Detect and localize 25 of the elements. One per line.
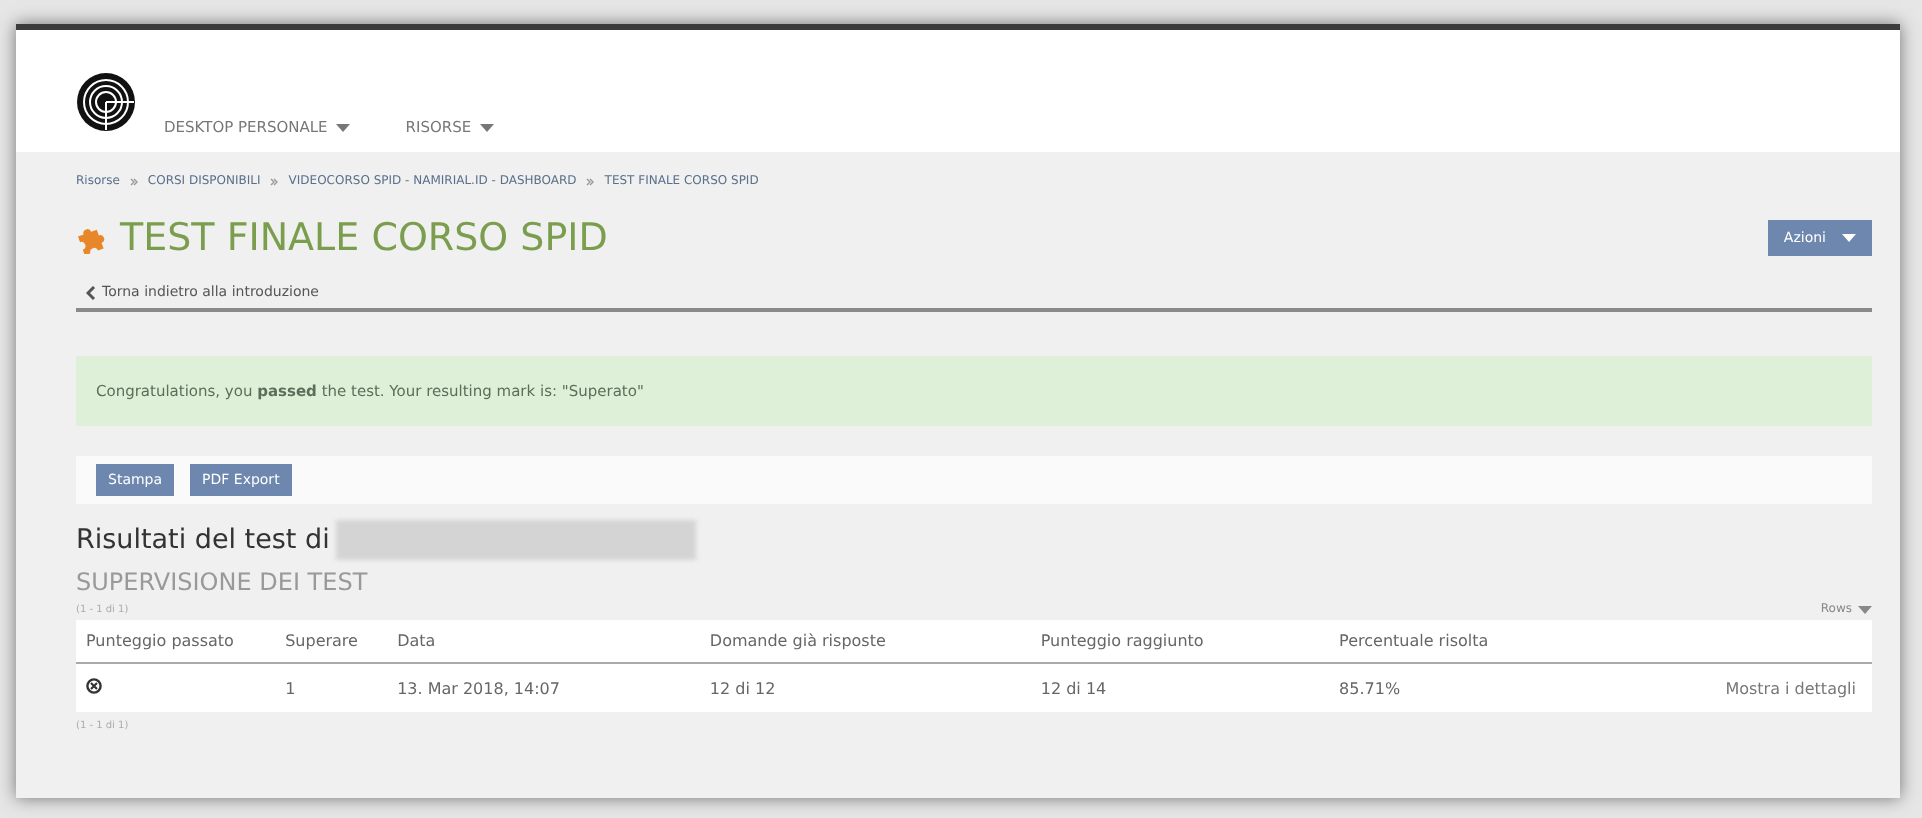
details-link[interactable]: Mostra i dettagli [1596, 663, 1872, 712]
section-title: SUPERVISIONE DEI TEST [76, 568, 370, 596]
caret-icon [1842, 234, 1856, 242]
caret-icon [1858, 605, 1872, 613]
cancel-icon [86, 678, 102, 694]
column-header: Superare [275, 620, 388, 663]
separator-icon [129, 177, 138, 185]
column-header: Percentuale risolta [1329, 620, 1597, 663]
separator-icon [270, 177, 279, 185]
caret-icon [479, 123, 494, 131]
caret-icon [335, 123, 350, 131]
table-cell: 1 [275, 663, 388, 712]
column-header: Punteggio passato [76, 620, 276, 663]
page-title: TEST FINALE CORSO SPID [120, 216, 610, 260]
table-cell: 12 di 14 [1030, 663, 1330, 712]
chevron-left-icon [86, 285, 96, 299]
separator-icon [586, 177, 595, 185]
column-header: Data [387, 620, 700, 663]
logo-icon[interactable] [76, 72, 136, 132]
table-cell: 12 di 12 [699, 663, 1031, 712]
column-header: Domande già risposte [699, 620, 1031, 663]
table-cell: 85.71% [1329, 663, 1597, 712]
column-header: Punteggio raggiunto [1030, 620, 1330, 663]
table-cell: 13. Mar 2018, 14:07 [387, 663, 700, 712]
results-heading: Risultati del test di [76, 524, 330, 556]
